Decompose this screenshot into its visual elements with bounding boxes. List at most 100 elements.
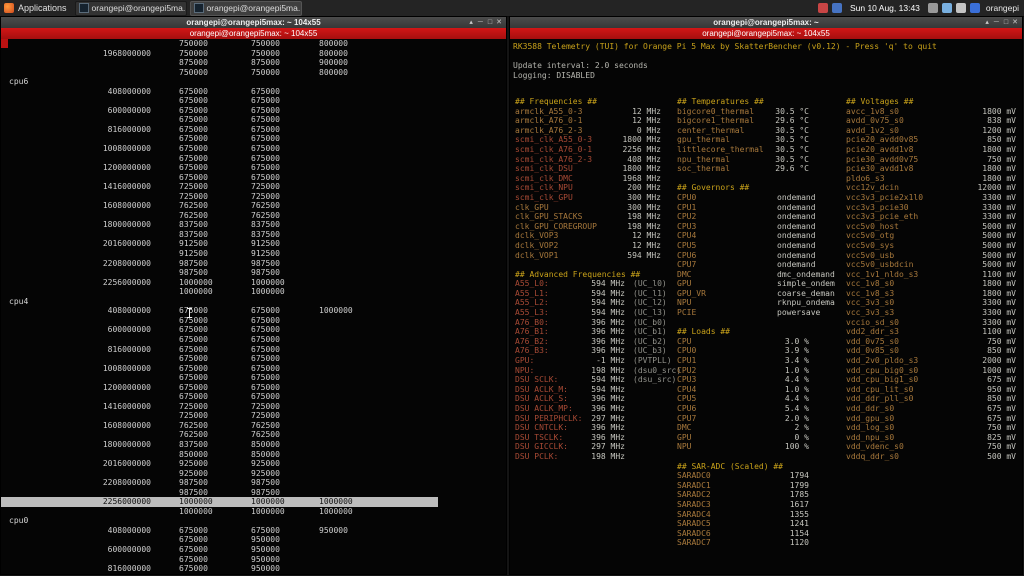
opp-table-row: 2016000000912500912500 [1, 239, 506, 249]
opp-value: 675000 [251, 306, 280, 316]
governor-value: powersave [777, 308, 820, 318]
right-window-titlebar[interactable]: orangepi@orangepi5max: ~ ▴ － □ ✕ [510, 17, 1022, 28]
opp-value: 987500 [251, 268, 280, 278]
governor-row: CPU5ondemand [677, 241, 837, 251]
advanced-frequency-label: A76_B2: [515, 337, 549, 346]
voltage-row: vcc5v0_usbdcin5000 mV [846, 260, 1021, 270]
saradc-label: SARADC3 [677, 500, 711, 509]
advanced-frequency-value: 396 MHz [561, 394, 625, 404]
frequency-row: scmi_clk_A76_0-12256 MHz [515, 145, 677, 155]
opp-value: 750000 [179, 68, 208, 78]
temperature-value: 30.5 °C [747, 155, 809, 165]
frequency-label: armclk_A76_2-3 [515, 126, 582, 135]
right-terminal-tab[interactable]: orangepi@orangepi5max: ~ 104x55 [510, 28, 1022, 39]
load-label: CPU0 [677, 346, 696, 355]
shade-button[interactable]: ▴ [469, 17, 473, 28]
opp-value: 1608000000 [1, 421, 151, 431]
governor-row: CPU0ondemand [677, 193, 837, 203]
close-button[interactable]: ✕ [496, 17, 502, 28]
advanced-frequency-label: DSU PCLK: [515, 452, 558, 461]
volume-icon[interactable] [956, 3, 966, 13]
clock[interactable]: Sun 10 Aug, 13:43 [846, 3, 924, 13]
governor-value: coarse_deman [777, 289, 835, 299]
frequency-value: 0 MHz [605, 126, 661, 136]
voltage-value: 750 mV [952, 155, 1016, 165]
saradc-row: SARADC51241 [677, 519, 837, 529]
right-terminal-body[interactable]: RK3588 Telemetry (TUI) for Orange Pi 5 M… [510, 39, 1022, 574]
voltage-label: vccio_sd_s0 [846, 318, 899, 327]
frequency-label: scmi_clk_A76_2-3 [515, 155, 592, 164]
advanced-frequency-source: (UC_b0) [633, 318, 667, 328]
opp-value: 725000 [179, 402, 208, 412]
opp-table-row: 1008000000675000675000 [1, 144, 506, 154]
frequency-value: 12 MHz [605, 241, 661, 251]
left-terminal-tab-title: orangepi@orangepi5max: ~ 104x55 [190, 28, 318, 39]
frequency-value: 594 MHz [605, 251, 661, 261]
voltage-row: vdd_npu_s0825 mV [846, 433, 1021, 443]
opp-value: 675000 [179, 383, 208, 393]
maximize-button[interactable]: □ [488, 17, 492, 28]
maximize-button[interactable]: □ [1004, 17, 1008, 28]
temperature-label: soc_thermal [677, 164, 730, 173]
advanced-frequency-row: DSU SCLK:594 MHz(dsu_src) [515, 375, 677, 385]
taskbar-window-button[interactable]: orangepi@orangepi5ma... [190, 1, 302, 16]
display-icon[interactable] [928, 3, 938, 13]
chat-icon[interactable] [832, 3, 842, 13]
voltage-value: 1800 mV [952, 145, 1016, 155]
notification-icon[interactable] [818, 3, 828, 13]
minimize-button[interactable]: － [993, 17, 1000, 28]
cpu-section-label: cpu6 [1, 77, 506, 87]
opp-value: 675000 [251, 87, 280, 97]
opp-value: 912500 [179, 239, 208, 249]
user-menu[interactable]: orangepi [984, 3, 1019, 13]
minimize-button[interactable]: － [477, 17, 484, 28]
voltage-value: 3300 mV [952, 203, 1016, 213]
frequency-row: scmi_clk_GPU300 MHz [515, 193, 677, 203]
frequency-value: 200 MHz [605, 183, 661, 193]
advanced-frequency-source: (UC_b3) [633, 346, 667, 356]
voltage-label: vcc_1v8_s0 [846, 279, 894, 288]
bluetooth-icon[interactable] [970, 3, 980, 13]
voltage-label: vdd_cpu_big0_s0 [846, 366, 918, 375]
left-window-titlebar[interactable]: orangepi@orangepi5max: ~ 104x55 ▴－□✕ [1, 17, 506, 28]
voltage-value: 3300 mV [952, 318, 1016, 328]
right-window-title: orangepi@orangepi5max: ~ [510, 17, 1022, 28]
opp-value: 1000000 [251, 507, 285, 517]
close-button[interactable]: ✕ [1012, 17, 1018, 28]
temperature-header: ## Temperatures ## [677, 97, 837, 107]
load-label: CPU [677, 337, 691, 346]
opp-value: 925000 [251, 469, 280, 479]
right-terminal-window: orangepi@orangepi5max: ~ ▴ － □ ✕ orangepi@o… [509, 16, 1023, 575]
opp-table-row: 750000750000800000 [1, 68, 506, 78]
frequency-row: clk_GPU_COREGROUP198 MHz [515, 222, 677, 232]
saradc-value: 1241 [747, 519, 809, 529]
opp-value: 987500 [179, 488, 208, 498]
opp-value: 1000000 [179, 287, 213, 297]
voltage-value: 850 mV [952, 346, 1016, 356]
applications-menu[interactable]: Applications [0, 0, 75, 16]
network-icon[interactable] [942, 3, 952, 13]
voltage-value: 675 mV [952, 404, 1016, 414]
shade-button[interactable]: ▴ [985, 17, 989, 28]
load-row: GPU0 % [677, 433, 837, 443]
blank-line [513, 52, 1022, 62]
governor-label: CPU3 [677, 222, 696, 231]
left-terminal-body[interactable]: 7500007500008000001968000000750000750000… [1, 39, 506, 574]
left-terminal-tab[interactable]: orangepi@orangepi5max: ~ 104x55 [1, 28, 506, 39]
saradc-value: 1794 [747, 471, 809, 481]
opp-value: 675000 [251, 354, 280, 364]
voltage-label: vdd_vdenc_s0 [846, 442, 904, 451]
voltage-label: vcc12v_dcin [846, 183, 899, 192]
advanced-frequency-label: NPU: [515, 366, 534, 375]
voltage-value: 5000 mV [952, 251, 1016, 261]
advanced-frequency-source: (dsu0_src) [633, 366, 681, 376]
frequency-row: scmi_clk_DSU1800 MHz [515, 164, 677, 174]
voltage-value: 675 mV [952, 414, 1016, 424]
opp-value: 850000 [251, 440, 280, 450]
frequency-label: dclk_VOP2 [515, 241, 558, 250]
advanced-frequency-value: 594 MHz [561, 279, 625, 289]
opp-table-row: 408000000675000675000950000 [1, 526, 506, 536]
taskbar-window-button[interactable]: orangepi@orangepi5ma... [75, 1, 187, 16]
advanced-frequency-label: A76_B0: [515, 318, 549, 327]
opp-value: 1800000000 [1, 220, 151, 230]
